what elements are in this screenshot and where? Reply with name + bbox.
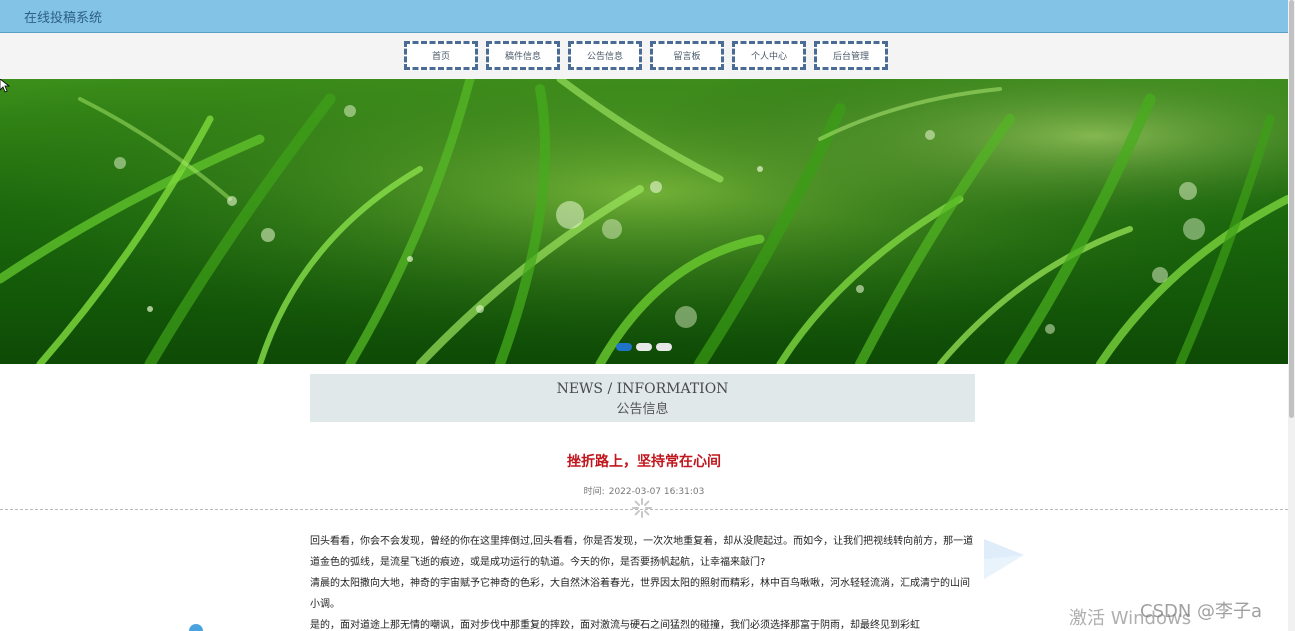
mouse-cursor-icon — [0, 79, 10, 93]
main-nav: 首页 稿件信息 公告信息 留言板 个人中心 后台管理 — [404, 41, 888, 70]
nav-item-announcements[interactable]: 公告信息 — [568, 41, 642, 70]
nav-item-admin[interactable]: 后台管理 — [814, 41, 888, 70]
article-divider — [0, 509, 1288, 510]
carousel-dot-1[interactable] — [616, 343, 632, 351]
nav-item-message-board[interactable]: 留言板 — [650, 41, 724, 70]
section-title-en: NEWS / INFORMATION — [556, 381, 729, 397]
article-time-label: 时间: — [583, 487, 605, 497]
floating-action-icon[interactable] — [189, 624, 203, 631]
play-chevron-icon — [984, 539, 1024, 579]
article-paragraph-2: 清晨的太阳撒向大地，神奇的宇宙赋予它神奇的色彩，大自然沐浴着春光，世界因太阳的照… — [310, 578, 970, 610]
carousel-indicators — [616, 343, 672, 351]
loading-spinner-icon — [632, 498, 652, 518]
scrollbar-thumb[interactable] — [1289, 0, 1294, 418]
carousel-dot-3[interactable] — [656, 343, 672, 351]
csdn-watermark: CSDN @李子a — [1140, 601, 1263, 622]
vertical-scrollbar[interactable] — [1288, 0, 1295, 631]
carousel-dot-2[interactable] — [636, 343, 652, 351]
article-paragraph-3: 是的，面对道途上那无情的嘲讽，面对步伐中那重复的摔跤，面对激流与硬石之间猛烈的碰… — [310, 620, 920, 631]
top-title-bar: 在线投稿系统 — [0, 0, 1288, 33]
section-title-zh: 公告信息 — [616, 402, 669, 417]
page: 在线投稿系统 首页 稿件信息 公告信息 留言板 个人中心 后台管理 NEWS /… — [0, 0, 1295, 631]
article-paragraph-1: 回头看看，你会不会发现，曾经的你在这里摔倒过,回头看看，你是否发现，一次次地重复… — [310, 536, 974, 568]
article-time: 时间: 2022-03-07 16:31:03 — [0, 484, 1288, 497]
grass-banner-image — [0, 79, 1288, 364]
nav-item-manuscripts[interactable]: 稿件信息 — [486, 41, 560, 70]
article-title: 挫折路上，坚持常在心间 — [567, 454, 721, 470]
article-time-value: 2022-03-07 16:31:03 — [608, 487, 705, 497]
app-title[interactable]: 在线投稿系统 — [24, 7, 102, 26]
nav-item-home[interactable]: 首页 — [404, 41, 478, 70]
banner-carousel[interactable] — [0, 79, 1288, 364]
nav-item-personal-center[interactable]: 个人中心 — [732, 41, 806, 70]
article-body: 回头看看，你会不会发现，曾经的你在这里摔倒过,回头看看，你是否发现，一次次地重复… — [310, 531, 975, 631]
section-heading: NEWS / INFORMATION 公告信息 — [310, 374, 975, 422]
nav-bar: 首页 稿件信息 公告信息 留言板 个人中心 后台管理 — [0, 33, 1288, 79]
